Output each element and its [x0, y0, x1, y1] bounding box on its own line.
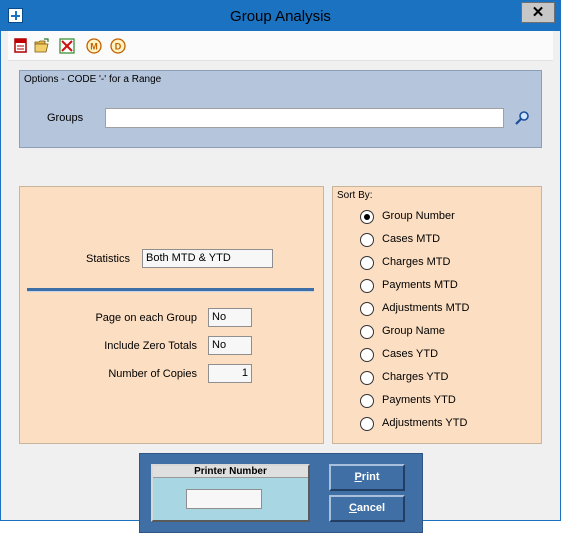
page-on-each-group-field[interactable]: No	[208, 308, 252, 327]
toolbar: M D	[8, 31, 553, 61]
radio-label: Group Number	[382, 210, 455, 222]
radio-label: Cases MTD	[382, 233, 441, 245]
radio-button[interactable]	[360, 394, 374, 408]
include-zero-totals-label: Include Zero Totals	[104, 340, 197, 352]
printer-panel: Printer Number Print Cancel	[139, 453, 423, 533]
include-zero-totals-field[interactable]: No	[208, 336, 252, 355]
client-area: M D Options - CODE '-' for a Range Group…	[8, 31, 553, 533]
groups-label: Groups	[47, 112, 84, 124]
radio-button[interactable]	[360, 210, 374, 224]
radio-label: Cases YTD	[382, 348, 439, 360]
radio-label: Group Name	[382, 325, 445, 337]
settings-panel: Statistics Both MTD & YTD Page on each G…	[19, 186, 324, 444]
printer-number-title: Printer Number	[153, 466, 308, 478]
window-title: Group Analysis	[230, 8, 331, 25]
cancel-button-label: ancel	[356, 502, 386, 514]
close-button[interactable]: ✕	[521, 2, 555, 23]
print-button[interactable]: Print	[329, 464, 405, 491]
printer-number-input[interactable]	[186, 489, 262, 509]
open-folder-icon[interactable]	[33, 37, 51, 55]
options-title: Options - CODE '-' for a Range	[24, 74, 162, 85]
cancel-x-icon[interactable]	[58, 37, 76, 55]
statistics-label: Statistics	[85, 253, 130, 265]
cancel-button[interactable]: Cancel	[329, 495, 405, 522]
radio-button[interactable]	[360, 279, 374, 293]
radio-label: Payments YTD	[382, 394, 456, 406]
d-circle-icon[interactable]: D	[109, 37, 127, 55]
radio-button[interactable]	[360, 417, 374, 431]
radio-button[interactable]	[360, 371, 374, 385]
radio-label: Charges YTD	[382, 371, 449, 383]
number-of-copies-label: Number of Copies	[108, 368, 197, 380]
section-divider	[27, 288, 314, 292]
print-button-label: rint	[361, 471, 380, 483]
m-circle-icon[interactable]: M	[85, 37, 103, 55]
radio-button[interactable]	[360, 302, 374, 316]
magnifier-lookup-icon[interactable]	[514, 110, 530, 126]
radio-button[interactable]	[360, 233, 374, 247]
sort-by-panel: Sort By: Group Number Cases MTD Charges …	[332, 186, 542, 444]
groups-input[interactable]	[105, 108, 504, 128]
print-accelerator: P	[354, 471, 362, 483]
number-of-copies-field[interactable]: 1	[208, 364, 252, 383]
radio-label: Adjustments MTD	[382, 302, 470, 314]
radio-button[interactable]	[360, 325, 374, 339]
radio-label: Payments MTD	[382, 279, 458, 291]
radio-button[interactable]	[360, 348, 374, 362]
title-bar[interactable]: Group Analysis ✕	[1, 1, 560, 31]
form-content: Options - CODE '-' for a Range Groups St…	[8, 61, 553, 533]
options-panel: Options - CODE '-' for a Range Groups	[19, 70, 542, 148]
sort-by-title: Sort By:	[337, 190, 373, 201]
radio-button[interactable]	[360, 256, 374, 270]
m-circle-glyph: M	[90, 42, 98, 52]
print-report-icon[interactable]	[12, 37, 30, 55]
radio-label: Adjustments YTD	[382, 417, 468, 429]
radio-label: Charges MTD	[382, 256, 451, 268]
group-analysis-window: Group Analysis ✕ M D Options - CODE '-' …	[0, 0, 561, 533]
d-circle-glyph: D	[115, 42, 122, 52]
page-on-each-group-label: Page on each Group	[95, 312, 197, 324]
statistics-dropdown[interactable]: Both MTD & YTD	[142, 249, 273, 268]
cancel-accelerator: C	[348, 502, 357, 514]
printer-number-box: Printer Number	[151, 464, 310, 522]
